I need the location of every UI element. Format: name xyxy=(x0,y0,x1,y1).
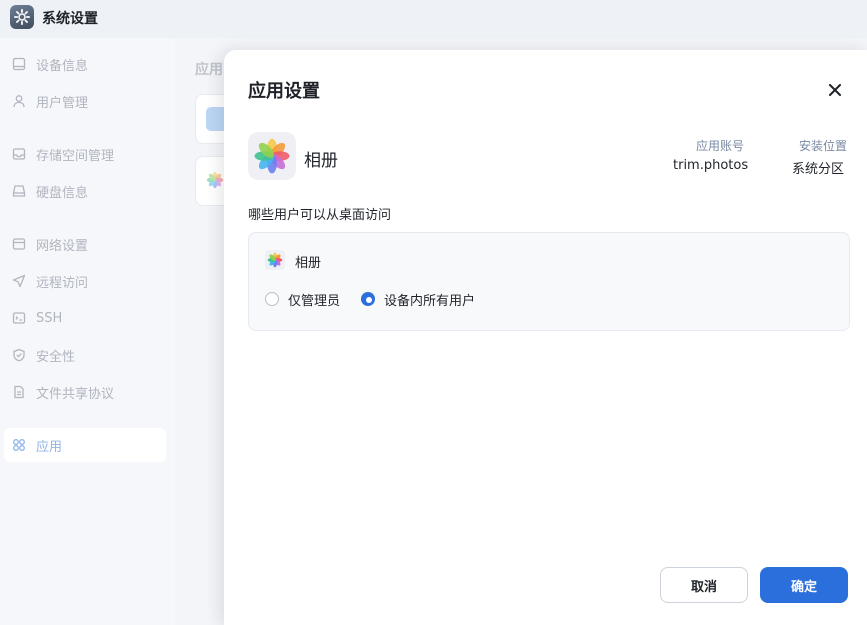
sidebar-item-ssh[interactable]: SSH xyxy=(4,301,166,335)
sidebar-item-label: 网络设置 xyxy=(36,238,89,254)
confirm-button[interactable]: 确定 xyxy=(760,567,848,603)
file-icon xyxy=(11,384,27,400)
radio-unchecked-icon[interactable] xyxy=(265,292,279,306)
sidebar-item-label: 文件共享协议 xyxy=(36,386,115,402)
gear-icon xyxy=(10,5,34,29)
radio-checked-icon[interactable] xyxy=(361,292,375,306)
permission-panel: 相册 仅管理员 设备内所有用户 xyxy=(248,232,850,331)
sidebar-item-label: 用户管理 xyxy=(36,95,89,111)
sidebar-item-label: SSH xyxy=(36,310,63,326)
photos-icon xyxy=(265,250,285,270)
sidebar-item-apps[interactable]: 应用 xyxy=(4,428,166,462)
sidebar-item-disk[interactable]: 硬盘信息 xyxy=(4,174,166,208)
sidebar-item-network[interactable]: 网络设置 xyxy=(4,227,166,261)
sidebar-item-remote-access[interactable]: 远程访问 xyxy=(4,264,166,298)
sidebar-item-label: 存储空间管理 xyxy=(36,148,115,164)
sidebar: 设备信息 用户管理 存储空间管理 硬盘信息 网络设置 远程访问 SSH 安全性 … xyxy=(0,38,175,625)
app-name: 相册 xyxy=(304,151,338,171)
radio-label: 仅管理员 xyxy=(288,293,341,309)
photos-icon xyxy=(248,132,296,180)
radio-admin-only[interactable]: 仅管理员 xyxy=(265,290,341,309)
location-label: 安装位置 xyxy=(799,139,848,153)
monitor-icon xyxy=(11,56,27,72)
account-label: 应用账号 xyxy=(696,139,745,153)
sidebar-item-file-sharing[interactable]: 文件共享协议 xyxy=(4,375,166,409)
app-settings-dialog: 应用设置 相册 应用账号 trim.photos 安装位置 系统分区 哪些用户可… xyxy=(224,50,867,625)
sidebar-item-users[interactable]: 用户管理 xyxy=(4,84,166,118)
location-value: 系统分区 xyxy=(792,162,845,177)
sidebar-item-label: 远程访问 xyxy=(36,275,89,291)
radio-all-users[interactable]: 设备内所有用户 xyxy=(361,290,476,309)
photos-icon xyxy=(206,171,224,193)
close-icon[interactable] xyxy=(824,79,846,101)
shield-icon xyxy=(11,347,27,363)
sidebar-item-label: 硬盘信息 xyxy=(36,185,89,201)
window-title: 系统设置 xyxy=(42,11,98,27)
radio-label: 设备内所有用户 xyxy=(384,293,476,309)
terminal-icon xyxy=(11,310,27,326)
account-value: trim.photos xyxy=(673,158,749,173)
sidebar-item-label: 安全性 xyxy=(36,349,76,365)
storage-icon xyxy=(11,146,27,162)
title-bar: 系统设置 xyxy=(0,0,867,38)
page-title: 应用 xyxy=(195,62,223,78)
user-icon xyxy=(11,93,27,109)
apps-icon xyxy=(11,437,27,453)
cancel-button[interactable]: 取消 xyxy=(660,567,748,603)
permission-app-name: 相册 xyxy=(295,256,322,271)
dialog-title: 应用设置 xyxy=(248,81,320,102)
sidebar-item-label: 应用 xyxy=(36,439,63,455)
sidebar-item-storage[interactable]: 存储空间管理 xyxy=(4,137,166,171)
section-label: 哪些用户可以从桌面访问 xyxy=(248,208,392,223)
send-icon xyxy=(11,273,27,289)
network-icon xyxy=(11,236,27,252)
disk-icon xyxy=(11,183,27,199)
sidebar-item-label: 设备信息 xyxy=(36,58,89,74)
sidebar-item-security[interactable]: 安全性 xyxy=(4,338,166,372)
sidebar-item-device-info[interactable]: 设备信息 xyxy=(4,47,166,81)
